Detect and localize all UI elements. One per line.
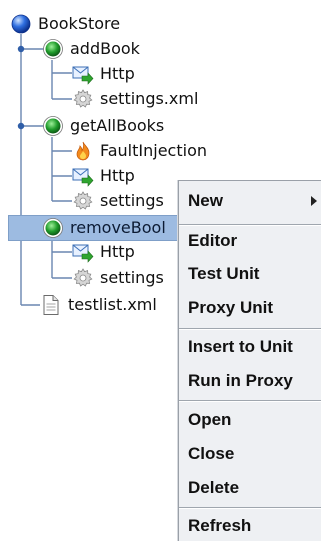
tree-node-testlist-xml[interactable]: testlist.xml (40, 293, 157, 317)
menu-item-proxy-unit[interactable]: Proxy Unit (179, 293, 321, 323)
menu-item-run-in-proxy[interactable]: Run in Proxy (179, 366, 321, 396)
menu-separator (179, 328, 321, 330)
tree-root-bookstore[interactable]: BookStore (10, 12, 120, 36)
envelope-arrow-icon (72, 244, 94, 263)
menu-item-new[interactable]: New (179, 186, 321, 216)
tree-node-label: Http (100, 242, 135, 261)
tree-node-http[interactable]: Http (72, 62, 135, 86)
menu-item-label: Proxy Unit (188, 298, 274, 317)
tree-node-label: Http (100, 64, 135, 83)
menu-item-label: New (188, 191, 223, 210)
tree-node-label: FaultInjection (100, 141, 207, 160)
tree-node-label: addBook (70, 39, 140, 58)
menu-item-label: Open (188, 410, 232, 429)
menu-separator (179, 507, 321, 509)
menu-item-label: Test Unit (188, 264, 260, 283)
envelope-arrow-icon (72, 66, 94, 85)
menu-separator (179, 400, 321, 402)
menu-item-close[interactable]: Close (179, 439, 321, 469)
gear-icon (73, 191, 93, 210)
tree-node-label: settings (100, 191, 164, 210)
menu-item-label: Run in Proxy (188, 371, 293, 390)
menu-item-label: Insert to Unit (188, 337, 293, 356)
tree-node-removebool[interactable]: removeBool (42, 216, 166, 240)
tree-node-label: settings.xml (100, 89, 199, 108)
tree-node-label: Http (100, 166, 135, 185)
tree-node-settings[interactable]: settings (72, 266, 164, 290)
tree-node-label: settings (100, 268, 164, 287)
green-ball-icon (43, 39, 63, 59)
tree-node-settings-xml[interactable]: settings.xml (72, 87, 198, 111)
tree-node-getallbooks[interactable]: getAllBooks (42, 114, 164, 138)
context-menu: New Editor Test Unit Proxy Unit Insert t… (178, 180, 321, 541)
envelope-arrow-icon (72, 168, 94, 187)
submenu-arrow-icon (311, 196, 317, 206)
menu-item-refresh[interactable]: Refresh (179, 511, 321, 541)
menu-item-insert-to-unit[interactable]: Insert to Unit (179, 332, 321, 362)
tree-node-label: testlist.xml (68, 295, 157, 314)
tree-root-label: BookStore (38, 14, 121, 33)
flame-icon (76, 141, 90, 161)
tree-node-http[interactable]: Http (72, 164, 135, 188)
menu-item-delete[interactable]: Delete (179, 473, 321, 503)
tree-node-addbook[interactable]: addBook (42, 37, 140, 61)
tree-node-settings[interactable]: settings (72, 189, 164, 213)
menu-item-label: Delete (188, 478, 240, 497)
tree-node-http[interactable]: Http (72, 240, 135, 264)
menu-item-label: Editor (188, 231, 238, 250)
green-ball-icon (43, 218, 63, 238)
blue-ball-icon (11, 14, 31, 34)
menu-item-editor[interactable]: Editor (179, 226, 321, 256)
menu-item-label: Refresh (188, 516, 252, 535)
menu-item-open[interactable]: Open (179, 405, 321, 435)
menu-item-label: Close (188, 444, 235, 463)
document-icon (43, 295, 59, 315)
tree-node-label: removeBool (70, 218, 166, 237)
tree-node-label: getAllBooks (70, 116, 165, 135)
menu-item-test-unit[interactable]: Test Unit (179, 259, 321, 289)
gear-icon (73, 89, 93, 108)
tree-node-faultinjection[interactable]: FaultInjection (72, 139, 207, 163)
gear-icon (73, 268, 93, 287)
green-ball-icon (43, 116, 63, 136)
